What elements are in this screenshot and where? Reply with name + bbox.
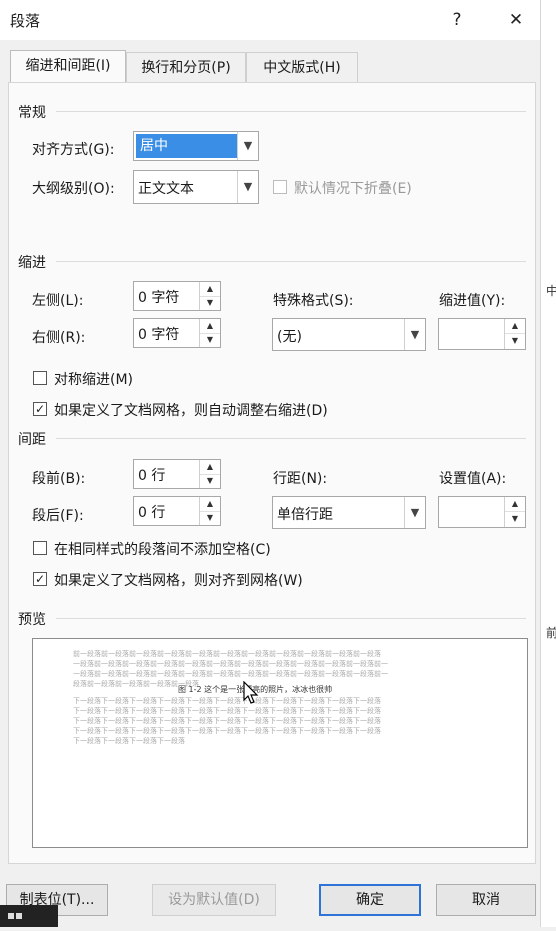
- space-after-label: 段后(F):: [32, 508, 84, 524]
- section-indent-heading: 缩进: [18, 255, 46, 271]
- preview-previous-line: 一段落前一段落前一段落前一段落前一段落前一段落前一段落前一段落前一段落前一段落前…: [73, 670, 388, 678]
- preview-next-line: 下一段落下一段落下一段落下一段落下一段落下一段落下一段落下一段落下一段落下一段落…: [73, 697, 381, 705]
- background-document-strip: [540, 0, 556, 927]
- chevron-down-icon[interactable]: ▼: [237, 132, 258, 160]
- special-indent-select[interactable]: (无) ▼: [272, 318, 426, 351]
- snap-to-grid-label: 如果定义了文档网格，则对齐到网格(W): [54, 573, 303, 589]
- spin-down-icon[interactable]: ▼: [505, 512, 525, 526]
- spin-up-icon[interactable]: ▲: [200, 497, 220, 512]
- alignment-select[interactable]: 居中 ▼: [133, 131, 259, 161]
- spin-up-icon[interactable]: ▲: [505, 319, 525, 334]
- collapse-checkbox[interactable]: [273, 180, 287, 194]
- line-spacing-select[interactable]: 单倍行距 ▼: [272, 496, 426, 529]
- spin-up-icon[interactable]: ▲: [200, 282, 220, 297]
- outline-level-label: 大纲级别(O):: [32, 181, 115, 197]
- no-space-same-style-label: 在相同样式的段落间不添加空格(C): [54, 542, 271, 558]
- outline-level-select[interactable]: 正文文本 ▼: [133, 170, 259, 204]
- spin-up-icon[interactable]: ▲: [505, 497, 525, 512]
- space-before-label: 段前(B):: [32, 471, 86, 487]
- windows-start-icon[interactable]: [0, 905, 58, 927]
- background-text: 前: [546, 626, 556, 640]
- tab-indents-spacing[interactable]: 缩进和间距(I): [10, 50, 126, 83]
- dialog-title: 段落: [10, 12, 41, 30]
- divider: [56, 438, 526, 439]
- help-button[interactable]: ?: [443, 8, 471, 32]
- indent-left-stepper[interactable]: 0 字符 ▲ ▼: [133, 281, 221, 311]
- auto-adjust-indent-label: 如果定义了文档网格，则自动调整右缩进(D): [54, 403, 328, 419]
- auto-adjust-indent-checkbox[interactable]: ✓: [33, 402, 47, 416]
- line-spacing-at-stepper[interactable]: ▲ ▼: [438, 496, 526, 528]
- ok-button[interactable]: 确定: [319, 884, 421, 916]
- line-spacing-value: 单倍行距: [277, 507, 333, 523]
- indent-left-value: 0 字符: [138, 290, 180, 306]
- spin-down-icon[interactable]: ▼: [200, 474, 220, 488]
- no-space-same-style-checkbox[interactable]: [33, 541, 47, 555]
- chevron-down-icon[interactable]: ▼: [237, 171, 258, 203]
- chevron-down-icon[interactable]: ▼: [404, 319, 425, 350]
- set-as-default-button[interactable]: 设为默认值(D): [152, 884, 276, 916]
- mirror-indents-checkbox[interactable]: [33, 371, 47, 385]
- tab-asian-typography[interactable]: 中文版式(H): [246, 52, 358, 83]
- section-general-heading: 常规: [18, 105, 46, 121]
- background-text: 中: [546, 284, 556, 298]
- indent-by-label: 缩进值(Y):: [439, 293, 506, 309]
- spin-down-icon[interactable]: ▼: [200, 333, 220, 347]
- alignment-value: 居中: [136, 134, 237, 158]
- preview-previous-line: 一段落前一段落前一段落前一段落前一段落前一段落前一段落前一段落前一段落前一段落前…: [73, 660, 388, 668]
- divider: [56, 618, 526, 619]
- spin-up-icon[interactable]: ▲: [200, 319, 220, 334]
- indent-right-label: 右侧(R):: [32, 330, 86, 346]
- space-after-value: 0 行: [138, 505, 166, 521]
- indent-by-stepper[interactable]: ▲ ▼: [438, 318, 526, 350]
- tab-line-page-breaks[interactable]: 换行和分页(P): [126, 52, 246, 83]
- spin-up-icon[interactable]: ▲: [200, 460, 220, 475]
- indent-right-stepper[interactable]: 0 字符 ▲ ▼: [133, 318, 221, 348]
- divider: [56, 261, 526, 262]
- cancel-button[interactable]: 取消: [436, 884, 536, 916]
- taskbar-corner: [0, 905, 58, 927]
- spin-down-icon[interactable]: ▼: [200, 511, 220, 525]
- section-spacing-heading: 间距: [18, 432, 46, 448]
- preview-previous-line: 前一段落前一段落前一段落前一段落前一段落前一段落前一段落前一段落前一段落前一段落…: [73, 650, 381, 658]
- spin-down-icon[interactable]: ▼: [200, 296, 220, 310]
- special-indent-value: (无): [277, 329, 302, 345]
- indent-left-label: 左侧(L):: [32, 293, 84, 309]
- divider: [56, 111, 526, 112]
- collapse-label: 默认情况下折叠(E): [294, 181, 412, 197]
- preview-next-line: 下一段落下一段落下一段落下一段落下一段落下一段落下一段落下一段落下一段落下一段落…: [73, 727, 381, 735]
- preview-next-line: 下一段落下一段落下一段落下一段落: [73, 737, 185, 745]
- paragraph-preview: 前一段落前一段落前一段落前一段落前一段落前一段落前一段落前一段落前一段落前一段落…: [32, 638, 528, 848]
- close-button[interactable]: ✕: [502, 8, 530, 32]
- chevron-down-icon[interactable]: ▼: [404, 497, 425, 528]
- mirror-indents-label: 对称缩进(M): [54, 372, 134, 388]
- alignment-label: 对齐方式(G):: [32, 142, 115, 158]
- snap-to-grid-checkbox[interactable]: ✓: [33, 572, 47, 586]
- preview-next-line: 下一段落下一段落下一段落下一段落下一段落下一段落下一段落下一段落下一段落下一段落…: [73, 717, 381, 725]
- spin-down-icon[interactable]: ▼: [505, 334, 525, 348]
- section-preview-heading: 预览: [18, 612, 46, 628]
- preview-next-line: 下一段落下一段落下一段落下一段落下一段落下一段落下一段落下一段落下一段落下一段落…: [73, 707, 381, 715]
- outline-level-value: 正文文本: [138, 181, 194, 197]
- space-after-stepper[interactable]: 0 行 ▲ ▼: [133, 496, 221, 526]
- line-spacing-at-label: 设置值(A):: [439, 471, 507, 487]
- cursor-pointer-icon: [243, 681, 259, 704]
- special-indent-label: 特殊格式(S):: [273, 293, 354, 309]
- line-spacing-label: 行距(N):: [273, 471, 328, 487]
- indent-right-value: 0 字符: [138, 327, 180, 343]
- space-before-stepper[interactable]: 0 行 ▲ ▼: [133, 459, 221, 489]
- space-before-value: 0 行: [138, 468, 166, 484]
